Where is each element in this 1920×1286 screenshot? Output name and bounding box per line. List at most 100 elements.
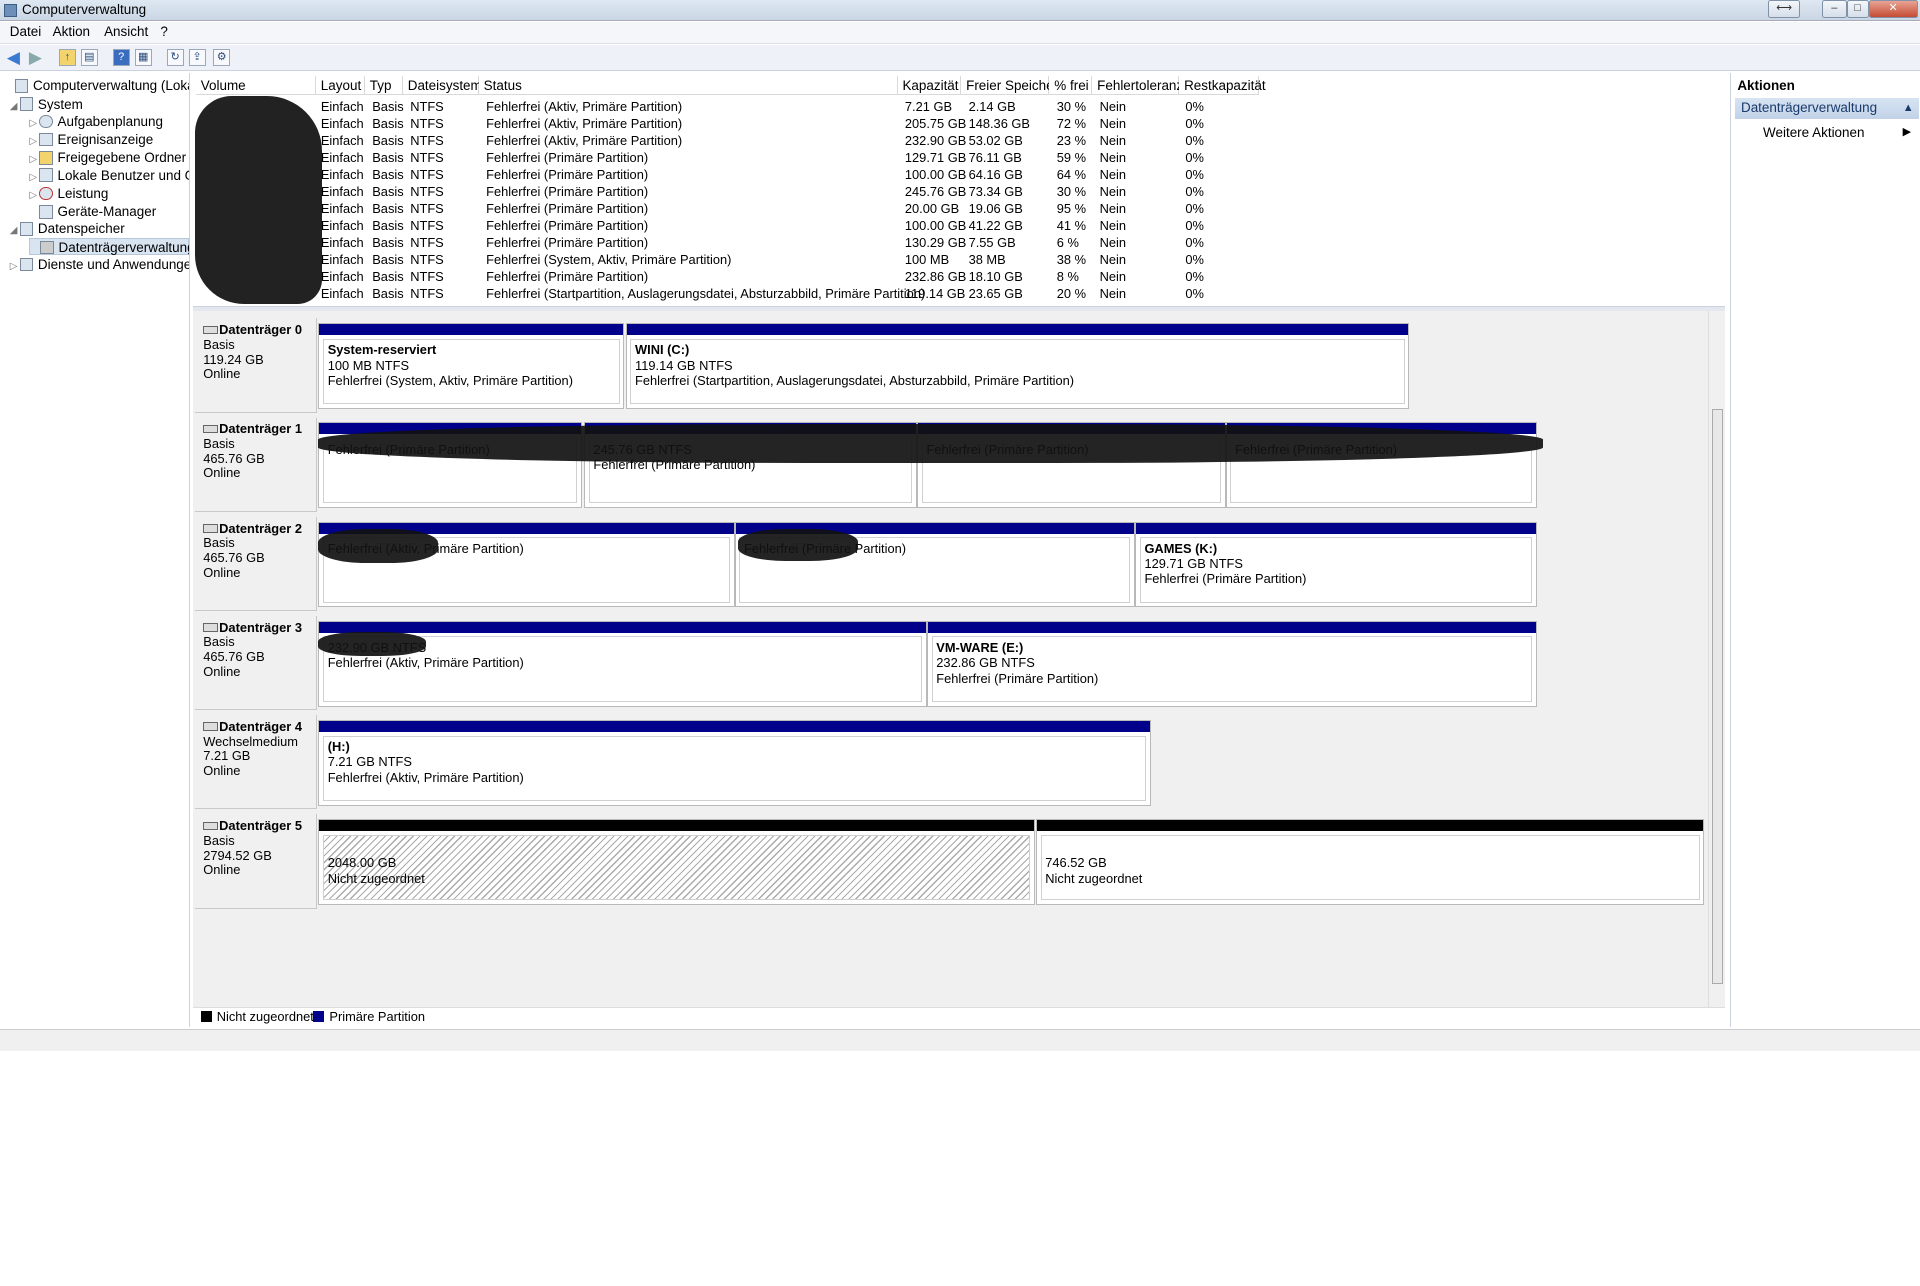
disk-info[interactable]: Datenträger 4 Wechselmedium 7.21 GB Online: [194, 715, 318, 810]
disk-info[interactable]: Datenträger 2 Basis 465.76 GB Online: [194, 516, 318, 611]
col-volume[interactable]: Volume: [195, 75, 316, 96]
tree-item-ereignisanzeige[interactable]: ▷ Ereignisanzeige: [29, 131, 153, 148]
disk-row[interactable]: Datenträger 4 Wechselmedium 7.21 GB Online(…: [193, 713, 1709, 811]
table-row[interactable]: Einfach Basis NTFS Fehlerfrei (Primäre Part…: [193, 149, 1725, 166]
disk-row[interactable]: Datenträger 5 Basis 2794.52 GB Online 2048.0…: [193, 812, 1709, 910]
table-row[interactable]: Einfach Basis NTFS Fehlerfrei (Aktiv, Primä…: [193, 132, 1725, 149]
collapse-icon[interactable]: ▲: [1903, 98, 1914, 119]
table-row[interactable]: Einfach Basis NTFS Fehlerfrei (Primäre Part…: [193, 166, 1725, 183]
disk-name: Datenträger 1: [203, 421, 316, 437]
tree-label: Lokale Benutzer und Gr: [57, 167, 190, 183]
partition-body: GAMES (K:) 129.71 GB NTFS Fehlerfrei (Prim…: [1139, 537, 1533, 603]
menu-datei[interactable]: Datei: [10, 24, 41, 39]
partition[interactable]: WINI (C:) 119.14 GB NTFS Fehlerfrei (Start…: [625, 323, 1410, 409]
disk-row[interactable]: Datenträger 3Basis465.76 GBOnline232.90 …: [193, 613, 1709, 711]
tree-item-leistung[interactable]: ▷ Leistung: [29, 185, 108, 202]
actions-more[interactable]: Weitere Aktionen ▶: [1763, 125, 1911, 140]
tree-item-datenspeicher[interactable]: ◢ Datenspeicher: [10, 220, 125, 237]
col-restkapazitaet[interactable]: Restkapazität: [1179, 75, 1266, 96]
col-prozent-frei[interactable]: % frei: [1049, 75, 1093, 96]
col-freier-speicher[interactable]: Freier Speicher: [961, 75, 1058, 96]
disk-row[interactable]: Datenträger 2Basis465.76 GBOnline Fehlerf…: [193, 514, 1709, 612]
tree-item-system[interactable]: ◢ System: [10, 96, 83, 113]
disk-info[interactable]: Datenträger 3 Basis 465.76 GB Online: [194, 615, 318, 711]
disk-type: Basis: [203, 535, 235, 551]
redaction-scribble: [318, 528, 439, 564]
disk-state: Online: [203, 465, 241, 481]
computer-management-window: Computerverwaltung ⟷ – □ ✕ Datei Aktion …: [0, 0, 1920, 1286]
table-row[interactable]: Einfach Basis NTFS Fehlerfrei (Aktiv, Primä…: [193, 115, 1725, 132]
col-kapazitaet[interactable]: Kapazität: [897, 75, 962, 96]
cell-layout: Einfach: [320, 269, 364, 285]
menu-ansicht[interactable]: Ansicht: [104, 24, 148, 39]
up-icon[interactable]: ↑: [58, 48, 76, 67]
col-status[interactable]: Status: [478, 75, 898, 96]
table-row[interactable]: Einfach Basis NTFS Fehlerfrei (System, Akti…: [193, 251, 1725, 268]
tree-toggle[interactable]: ◢: [10, 98, 20, 115]
disk-name-label: Datenträger 0: [219, 322, 302, 338]
cell-ft: Nein: [1099, 252, 1127, 268]
partition[interactable]: System-reserviert 100 MB NTFS Fehlerfrei (…: [318, 323, 625, 409]
col-dateisystem[interactable]: Dateisystem: [402, 75, 482, 96]
graph-vertical-scrollbar[interactable]: [1708, 311, 1726, 1007]
table-row[interactable]: Einfach Basis NTFS Fehlerfrei (Primäre Part…: [193, 183, 1725, 200]
tree-toggle[interactable]: ▷: [29, 187, 39, 204]
close-button[interactable]: ✕: [1868, 0, 1918, 19]
tree-toggle[interactable]: ▷: [29, 133, 39, 150]
table-row[interactable]: Einfach Basis NTFS Fehlerfrei (Aktiv, Primä…: [193, 98, 1725, 115]
disk-type: Basis: [203, 634, 235, 650]
tree-item-computerverwaltung[interactable]: Computerverwaltung (Lokal): [5, 77, 189, 94]
cell-pct: 23 %: [1056, 132, 1087, 148]
partition[interactable]: VM-WARE (E:) 232.86 GB NTFS Fehlerfrei (Pr…: [926, 620, 1537, 707]
properties-icon[interactable]: ▦: [134, 48, 152, 67]
scroll-thumb[interactable]: [1711, 408, 1723, 985]
restore-size-button[interactable]: ⟷: [1768, 0, 1800, 19]
cell-typ: Basis: [372, 252, 404, 268]
tree-toggle[interactable]: ◢: [10, 222, 20, 239]
forward-icon[interactable]: ▶: [27, 48, 44, 66]
col-typ[interactable]: Typ: [364, 75, 403, 96]
partition[interactable]: (H:) 7.21 GB NTFS Fehlerfrei (Aktiv, Primä…: [318, 719, 1152, 806]
tree-item-geraete-manager[interactable]: Geräte-Manager: [29, 203, 156, 220]
tree-item-aufgabenplanung[interactable]: ▷ Aufgabenplanung: [29, 113, 163, 130]
tree-item-datentraegerverwaltung[interactable]: Datenträgerverwaltung: [29, 237, 189, 255]
col-fehlertoleranz[interactable]: Fehlertoleranz: [1092, 75, 1183, 96]
export-icon[interactable]: ⇪: [188, 48, 206, 67]
tree-item-freigegebene-ordner[interactable]: ▷ Freigegebene Ordner: [29, 149, 186, 166]
cell-pct: 20 %: [1056, 286, 1087, 302]
redaction-scribble: [318, 631, 427, 657]
disk-info[interactable]: Datenträger 5 Basis 2794.52 GB Online: [194, 814, 318, 909]
minimize-button[interactable]: –: [1822, 0, 1847, 19]
menu-aktion[interactable]: Aktion: [53, 24, 90, 39]
table-row[interactable]: Einfach Basis NTFS Fehlerfrei (Primäre Part…: [193, 234, 1725, 251]
tree-item-lokale-benutzer[interactable]: ▷ Lokale Benutzer und Gr: [29, 167, 190, 186]
help-icon[interactable]: ?: [112, 48, 130, 67]
cell-fs: NTFS: [410, 184, 444, 200]
show-tree-icon[interactable]: ▤: [80, 48, 98, 67]
col-layout[interactable]: Layout: [315, 75, 365, 96]
menu-help[interactable]: ?: [160, 24, 167, 39]
refresh-icon[interactable]: ↻: [166, 48, 184, 67]
actions-section-header[interactable]: Datenträgerverwaltung ▲: [1734, 97, 1919, 119]
disk-info[interactable]: Datenträger 1 Basis 465.76 GB Online: [194, 417, 318, 512]
disk-name: Datenträger 5: [203, 818, 316, 834]
partition[interactable]: 2048.00 GB Nicht zugeordnet: [318, 819, 1035, 905]
table-row[interactable]: Einfach Basis NTFS Fehlerfrei (Startpartiti…: [193, 285, 1725, 302]
partition[interactable]: GAMES (K:) 129.71 GB NTFS Fehlerfrei (Prim…: [1135, 521, 1537, 608]
tree-toggle[interactable]: ▷: [29, 169, 39, 186]
cell-rest: 0%: [1185, 150, 1204, 166]
disk-info[interactable]: Datenträger 0 Basis 119.24 GB Online: [194, 318, 318, 413]
table-row[interactable]: Einfach Basis NTFS Fehlerfrei (Primäre Part…: [193, 217, 1725, 234]
table-row[interactable]: Einfach Basis NTFS Fehlerfrei (Primäre Part…: [193, 200, 1725, 217]
tree-toggle[interactable]: ▷: [29, 115, 39, 132]
partition[interactable]: 746.52 GB Nicht zugeordnet: [1035, 819, 1705, 905]
maximize-button[interactable]: □: [1846, 0, 1869, 19]
tree-toggle[interactable]: ▷: [10, 258, 20, 275]
settings-icon[interactable]: ⚙: [213, 48, 231, 67]
table-row[interactable]: Einfach Basis NTFS Fehlerfrei (Primäre Part…: [193, 268, 1725, 285]
disk-row[interactable]: Datenträger 0 Basis 119.24 GB Online System-…: [193, 316, 1709, 414]
cell-ft: Nein: [1099, 150, 1127, 166]
cell-fs: NTFS: [410, 132, 444, 148]
back-icon[interactable]: ◀: [5, 48, 22, 66]
tree-item-dienste[interactable]: ▷ Dienste und Anwendungen: [10, 256, 189, 275]
